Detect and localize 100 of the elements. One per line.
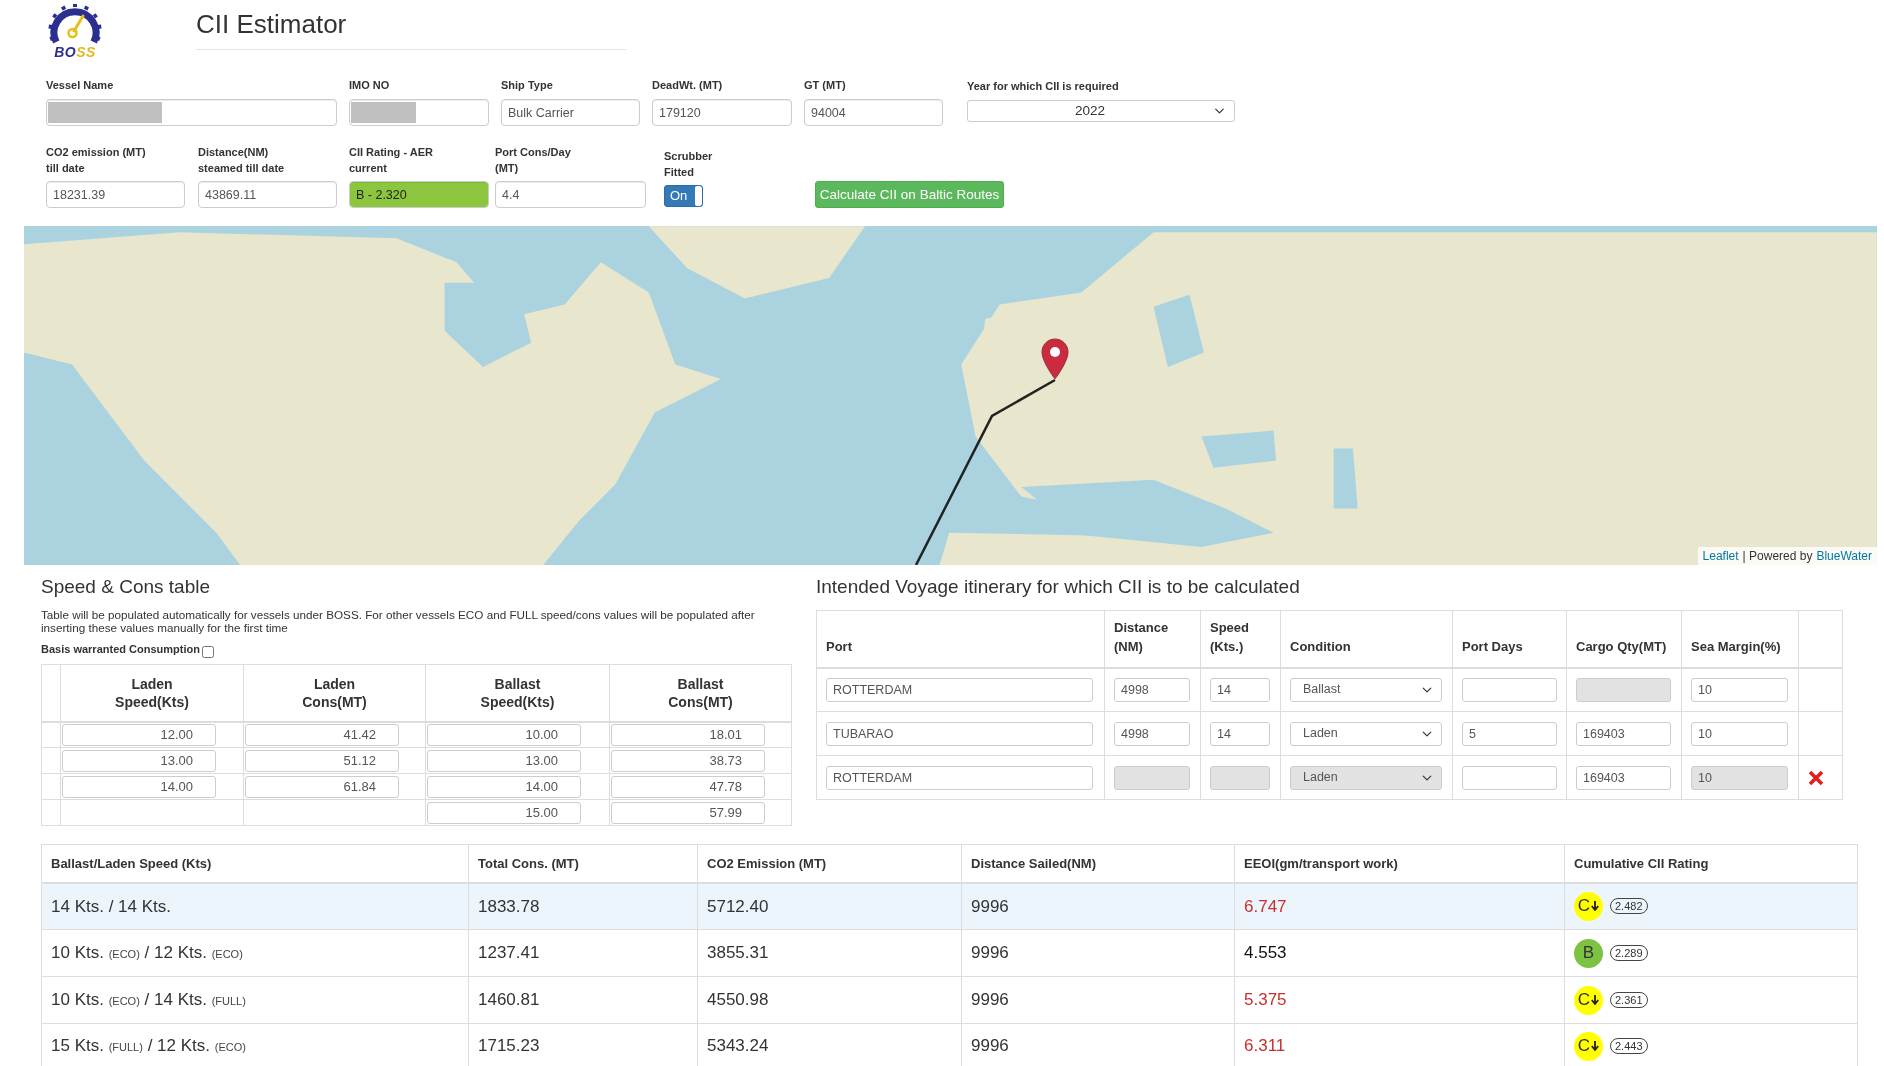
field-label: Scrubber Fitted bbox=[664, 149, 713, 180]
text-field[interactable]: 5 bbox=[1462, 721, 1557, 746]
column-header: Ballast Speed(Kts) bbox=[425, 664, 610, 722]
page-title: CII Estimator bbox=[196, 9, 347, 39]
field-label: GT (MT) bbox=[804, 78, 846, 92]
text-field[interactable]: 4998 bbox=[1114, 721, 1190, 746]
column-header: Port bbox=[816, 610, 1105, 668]
arrow-down-icon bbox=[1591, 901, 1600, 912]
distance-value: 9996 bbox=[961, 929, 1235, 977]
rating-letter: C bbox=[1577, 896, 1591, 917]
number-field[interactable]: 18.01 bbox=[611, 723, 765, 746]
column-header: Ballast/Laden Speed (Kts) bbox=[41, 844, 469, 883]
number-field[interactable]: 13.00 bbox=[427, 749, 581, 772]
number-field[interactable]: 38.73 bbox=[611, 749, 765, 772]
number-field[interactable]: 15.00 bbox=[427, 801, 581, 824]
speed-text: 10 Kts. (ECO) / 14 Kts. (FULL) bbox=[41, 976, 469, 1024]
text-field[interactable]: ROTTERDAM bbox=[826, 677, 1093, 702]
field-label: IMO NO bbox=[349, 78, 390, 92]
year-select[interactable]: 2022 bbox=[967, 100, 1235, 122]
emission-value: 3855.31 bbox=[697, 929, 962, 977]
text-field[interactable]: 94004 bbox=[804, 99, 943, 126]
number-field[interactable]: 47.78 bbox=[611, 775, 765, 798]
text-field[interactable] bbox=[46, 99, 337, 126]
number-field[interactable]: 14.00 bbox=[427, 775, 581, 798]
column-header: Laden Speed(Kts) bbox=[60, 664, 244, 722]
arrow-down-icon bbox=[1591, 995, 1600, 1005]
text-field[interactable]: 4.4 bbox=[495, 181, 646, 208]
eeoi-value: 4.553 bbox=[1234, 929, 1565, 977]
text-field[interactable]: 18231.39 bbox=[46, 181, 185, 208]
field-label: CO2 emission (MT) till date bbox=[46, 145, 146, 176]
column-header: Distance (NM) bbox=[1104, 610, 1201, 668]
field-label: Year for which CII is required bbox=[967, 79, 1119, 93]
column-header: Ballast Cons(MT) bbox=[609, 664, 792, 722]
logo-text: BOSS bbox=[54, 45, 96, 59]
arrow-down-icon bbox=[1591, 1041, 1600, 1051]
text-field[interactable]: TUBARAO bbox=[826, 721, 1093, 746]
table-row[interactable]: 10 Kts. (ECO) / 14 Kts. (FULL) 1460.81 4550.98 9996 5.375 C 2.361 bbox=[41, 976, 1858, 1024]
number-field[interactable]: 41.42 bbox=[245, 723, 399, 746]
text-field[interactable] bbox=[1462, 677, 1557, 702]
table-row[interactable]: 10 Kts. (ECO) / 12 Kts. (ECO) 1237.41 3855.31 9996 4.553 B 2.289 bbox=[41, 929, 1858, 977]
text-field[interactable] bbox=[1462, 765, 1557, 790]
column-header: EEOI(gm/transport work) bbox=[1234, 844, 1565, 883]
column-header: Distance Sailed(NM) bbox=[961, 844, 1235, 883]
column-header: Port Days bbox=[1452, 610, 1567, 668]
emission-value: 4550.98 bbox=[697, 976, 962, 1024]
checkbox-label: Basis warranted Consumption bbox=[41, 642, 200, 656]
field-label: Ship Type bbox=[501, 78, 553, 92]
number-field[interactable]: 13.00 bbox=[62, 749, 216, 772]
field-label: Distance(NM) steamed till date bbox=[198, 145, 285, 176]
number-field[interactable]: 14.00 bbox=[62, 775, 216, 798]
eeoi-value: 5.375 bbox=[1234, 976, 1565, 1024]
column-header: Cumulative CII Rating bbox=[1564, 844, 1858, 883]
text-field[interactable]: 169403 bbox=[1576, 765, 1671, 790]
text-field[interactable]: Bulk Carrier bbox=[501, 99, 640, 126]
text-field[interactable]: 14 bbox=[1210, 677, 1270, 702]
number-field[interactable]: 57.99 bbox=[611, 801, 765, 824]
number-field[interactable]: 10.00 bbox=[427, 723, 581, 746]
attribution-link[interactable]: BlueWater bbox=[1816, 548, 1872, 564]
text-field[interactable]: 14 bbox=[1210, 721, 1270, 746]
text-field[interactable]: 43869.11 bbox=[198, 181, 337, 208]
distance-value: 9996 bbox=[961, 976, 1235, 1024]
table-row[interactable]: 14 Kts. / 14 Kts. 1833.78 5712.40 9996 6.747 C 2.482 bbox=[41, 882, 1858, 930]
field-label: Port Cons/Day (MT) bbox=[495, 145, 571, 176]
redaction-block bbox=[351, 102, 416, 123]
rating-letter: C bbox=[1577, 1036, 1591, 1056]
distance-value: 9996 bbox=[961, 882, 1235, 930]
section-title: Intended Voyage itinerary for which CII is to be calculated bbox=[816, 576, 1301, 598]
consumption-value: 1460.81 bbox=[468, 976, 698, 1024]
checkbox[interactable] bbox=[201, 646, 214, 658]
consumption-value: 1833.78 bbox=[468, 882, 698, 930]
emission-value: 5712.40 bbox=[697, 882, 962, 930]
column-header: Cargo Qty(MT) bbox=[1566, 610, 1682, 668]
field-label: CII Rating - AER current bbox=[349, 145, 433, 176]
delete-icon[interactable] bbox=[1808, 769, 1824, 786]
text-field[interactable]: ROTTERDAM bbox=[826, 765, 1093, 790]
attribution-link[interactable]: Leaflet bbox=[1702, 548, 1739, 564]
eeoi-value: 6.747 bbox=[1234, 882, 1565, 930]
text-field[interactable]: 10 bbox=[1691, 721, 1788, 746]
field-label: Vessel Name bbox=[46, 78, 114, 92]
text-field[interactable]: 179120 bbox=[652, 99, 792, 126]
map-marker-icon[interactable] bbox=[1041, 338, 1069, 380]
note-text: Table will be populated automatically for vessels under BOSS. For other vessels ECO and FULL speed/cons values will be populated after inserting these values manually for the first time bbox=[41, 608, 756, 634]
number-field[interactable]: 51.12 bbox=[245, 749, 399, 772]
text-field[interactable]: 169403 bbox=[1576, 721, 1671, 746]
number-field[interactable]: 61.84 bbox=[245, 775, 399, 798]
condition-select[interactable]: Laden bbox=[1290, 721, 1442, 746]
scrubber-toggle[interactable]: On bbox=[664, 185, 703, 207]
attribution-text: | Powered by bbox=[1742, 548, 1813, 564]
text-field[interactable]: 10 bbox=[1691, 677, 1788, 702]
rating-field[interactable]: B - 2.320 bbox=[349, 181, 489, 208]
text-field[interactable]: 4998 bbox=[1114, 677, 1190, 702]
text-field[interactable] bbox=[349, 99, 489, 126]
column-header: CO2 Emission (MT) bbox=[697, 844, 962, 883]
section-title: Speed & Cons table bbox=[41, 576, 211, 598]
number-field[interactable]: 12.00 bbox=[62, 723, 216, 746]
condition-select[interactable]: Ballast bbox=[1290, 677, 1442, 702]
table-row[interactable]: 15 Kts. (FULL) / 12 Kts. (ECO) 1715.23 5343.24 9996 6.311 C 2.443 bbox=[41, 1023, 1858, 1066]
column-header: Laden Cons(MT) bbox=[243, 664, 426, 722]
consumption-value: 1237.41 bbox=[468, 929, 698, 977]
rating-letter: C bbox=[1577, 990, 1591, 1010]
